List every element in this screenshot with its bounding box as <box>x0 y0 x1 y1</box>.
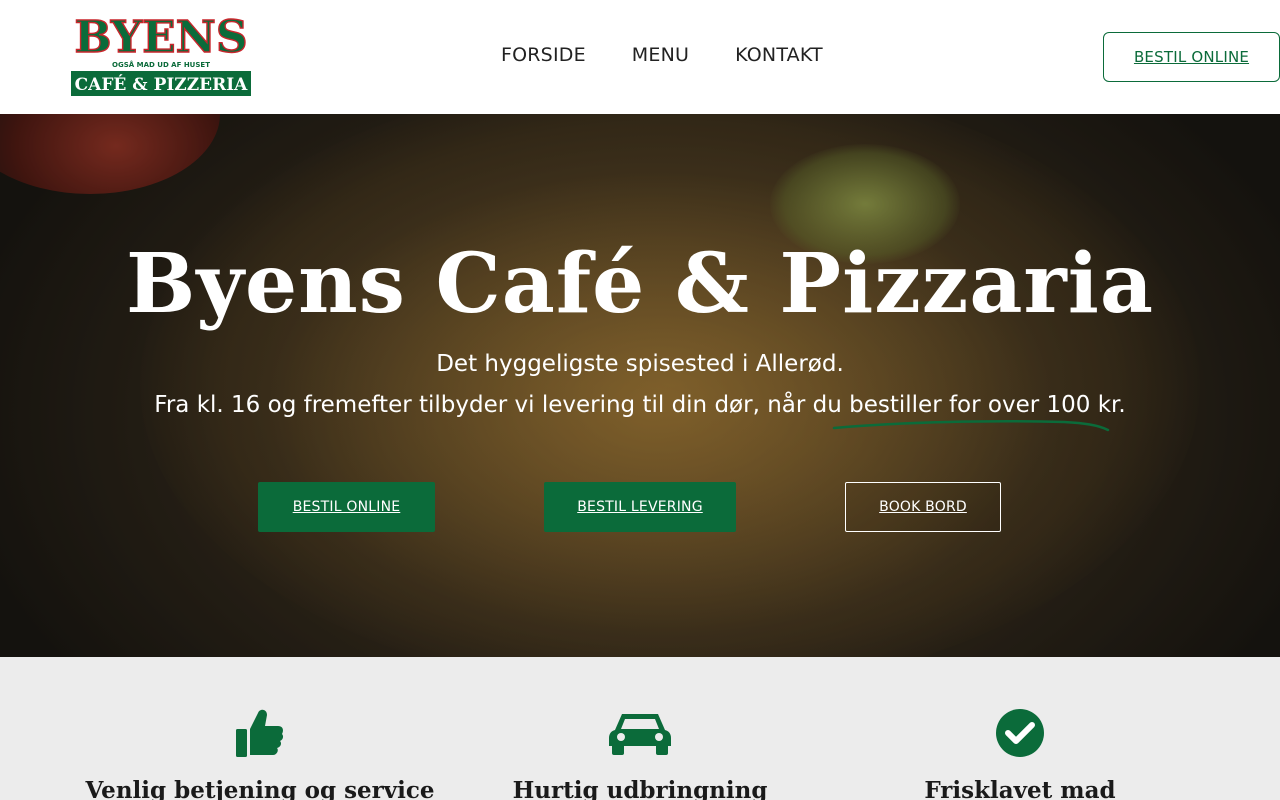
logo-tagline: OGSÅ MAD UD AF HUSET <box>112 60 210 69</box>
feature-service: Venlig betjening og service <box>70 705 450 800</box>
nav-kontakt[interactable]: KONTAKT <box>735 44 823 66</box>
hero-title: Byens Café & Pizzaria <box>126 236 1154 332</box>
brand-logo[interactable]: BYENS OGSÅ MAD UD AF HUSET CAFÉ & PIZZER… <box>70 11 252 98</box>
hero-order-delivery-button[interactable]: BESTIL LEVERING <box>544 482 736 532</box>
hero-subtitle: Det hyggeligste spisested i Allerød. <box>436 351 844 377</box>
feature-delivery-title: Hurtig udbringning <box>512 777 768 800</box>
hero-book-table-button[interactable]: BOOK BORD <box>845 482 1001 532</box>
hero-overlay <box>0 114 1280 657</box>
thumbs-up-icon <box>70 705 450 761</box>
site-header: BYENS OGSÅ MAD UD AF HUSET CAFÉ & PIZZER… <box>0 0 1280 114</box>
feature-fresh-food-title: Frisklavet mad <box>924 777 1116 800</box>
feature-delivery: Hurtig udbringning <box>450 705 830 800</box>
main-nav: FORSIDE MENU KONTAKT <box>501 44 823 66</box>
header-order-online-button[interactable]: BESTIL ONLINE <box>1103 32 1280 82</box>
check-circle-icon <box>830 705 1210 761</box>
hero-banner: Byens Café & Pizzaria Det hyggeligste sp… <box>0 114 1280 657</box>
logo-wordmark: BYENS <box>74 14 247 63</box>
hero-underline-decoration <box>832 420 1110 432</box>
hero-order-online-button[interactable]: BESTIL ONLINE <box>258 482 435 532</box>
logo-subtext: CAFÉ & PIZZERIA <box>75 74 249 95</box>
nav-menu[interactable]: MENU <box>632 44 689 66</box>
nav-forside[interactable]: FORSIDE <box>501 44 586 66</box>
logo-graphic: BYENS OGSÅ MAD UD AF HUSET CAFÉ & PIZZER… <box>71 11 251 96</box>
car-icon <box>450 705 830 761</box>
feature-service-title: Venlig betjening og service <box>85 777 435 800</box>
feature-fresh-food: Frisklavet mad <box>830 705 1210 800</box>
features-section: Venlig betjening og service Hurtig udbri… <box>0 657 1280 800</box>
